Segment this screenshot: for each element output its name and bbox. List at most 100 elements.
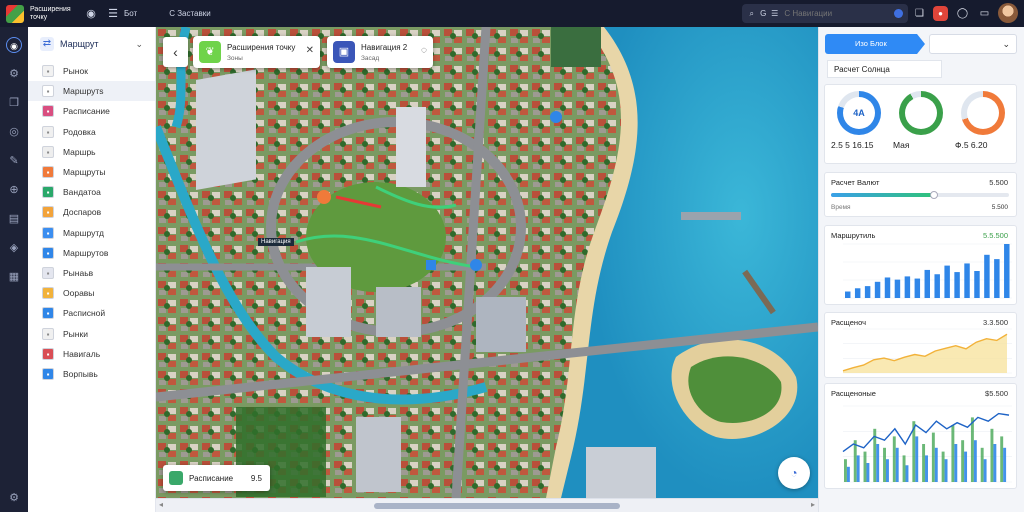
rail-icon-7[interactable]: ◈ xyxy=(6,240,22,256)
bar xyxy=(914,278,921,298)
bar xyxy=(856,455,860,482)
bar xyxy=(894,279,901,298)
chat-icon[interactable]: ◯ xyxy=(955,6,970,21)
compass-icon[interactable]: ◔ xyxy=(778,457,810,489)
bar xyxy=(864,286,871,298)
progress-panel: Расчет Валют 5.500 Время 5.500 xyxy=(824,172,1017,217)
top-bar: Расширения точку ◉ ☰ Бот С Заставки ⌕ G … xyxy=(0,0,1024,27)
scroll-left-icon[interactable]: ◂ xyxy=(159,500,163,509)
bar xyxy=(922,444,926,482)
notification-icon[interactable]: ● xyxy=(933,6,948,21)
donut-value: 2.5 5 16.15 xyxy=(831,140,874,150)
sidebar-item[interactable]: ▪ Рынок xyxy=(28,61,155,81)
nav-link-bot[interactable]: Бот xyxy=(124,9,137,18)
bar xyxy=(866,463,870,482)
schedule-card[interactable]: Расписание 9.5 xyxy=(163,465,270,491)
google-icon: G xyxy=(760,9,767,18)
sidebar-item-label: Рынаьв xyxy=(63,267,94,278)
bar xyxy=(1004,244,1010,298)
nav-link-screens[interactable]: С Заставки xyxy=(169,9,211,18)
sidebar-item[interactable]: ▪ Расписной xyxy=(28,303,155,323)
chevron-down-icon[interactable]: ⌄ xyxy=(135,39,143,50)
sidebar-item-icon: ▪ xyxy=(42,145,54,158)
sidebar-item[interactable]: ▪ Доспаров xyxy=(28,202,155,222)
navigation-card[interactable]: ▣ Навигация 2 Засад ◌ xyxy=(327,36,433,68)
close-icon[interactable]: ✕ xyxy=(306,45,314,56)
sidebar-item[interactable]: ▪ Навигаль xyxy=(28,344,155,364)
sidebar-item-icon: ▪ xyxy=(42,347,54,360)
rail-icon-8[interactable]: ▦ xyxy=(6,269,22,285)
sidebar-item-label: Родовка xyxy=(63,126,96,137)
donut-center xyxy=(905,97,937,129)
rail-icon-6[interactable]: ▤ xyxy=(6,211,22,227)
rail-icon-1[interactable]: ⚙ xyxy=(6,66,22,82)
map-label: Навигация xyxy=(258,238,294,246)
rail-icon-2[interactable]: ❒ xyxy=(6,95,22,111)
bar xyxy=(941,451,945,482)
sidebar-item[interactable]: ▪ Ворпывь xyxy=(28,364,155,384)
bar xyxy=(983,459,987,482)
tab-info[interactable]: Изо Блок xyxy=(825,34,925,54)
donut-center: 4А xyxy=(843,97,875,129)
scrollbar-thumb[interactable] xyxy=(374,503,620,509)
bar xyxy=(853,440,857,482)
sidebar-item[interactable]: ▪ Рынаьв xyxy=(28,263,155,283)
sidebar-item-icon: ▪ xyxy=(42,166,54,179)
back-button[interactable]: ‹ xyxy=(163,37,188,67)
bar xyxy=(944,265,950,298)
sidebar-item[interactable]: ▪ Ооравы xyxy=(28,283,155,303)
sidebar-item-label: Маршрутд xyxy=(63,227,104,238)
route-card-subtitle: Зоны xyxy=(227,54,243,62)
sidebar-item[interactable]: ▪ Маршрутов xyxy=(28,243,155,263)
rail-icon-0[interactable]: ◉ xyxy=(6,37,22,53)
settings-icon[interactable]: ⚙ xyxy=(6,490,22,506)
route-card-title: Расширения точку xyxy=(227,42,296,52)
bookmark-icon[interactable]: ❏ xyxy=(912,6,927,21)
progress-knob[interactable] xyxy=(930,191,939,199)
search-bar[interactable]: ⌕ G ☰ xyxy=(742,4,908,23)
menu-icon[interactable]: ☰ xyxy=(106,7,120,21)
donut-panel: 4А 2.5 5 16.15 Мая Ф.5 6.20 xyxy=(824,84,1017,164)
rail-icon-3[interactable]: ◎ xyxy=(6,124,22,140)
sidebar-item-icon: ▪ xyxy=(42,307,54,320)
voice-icon[interactable] xyxy=(894,9,903,18)
map-view[interactable]: ‹ ❦ Расширения точку Зоны ✕ ▣ Навигация … xyxy=(156,27,818,498)
sidebar-header[interactable]: ⇄ Марщрут ⌄ xyxy=(28,27,155,61)
sidebar-item-icon: ▪ xyxy=(42,206,54,219)
sidebar-item-label: Ооравы xyxy=(63,288,95,299)
sidebar-item[interactable]: ▪ Маршрь xyxy=(28,142,155,162)
progress-title: Расчет Валют xyxy=(831,178,880,187)
sidebar-item[interactable]: ▪ Рынки xyxy=(28,323,155,343)
bar xyxy=(951,425,955,482)
route-card[interactable]: ❦ Расширения точку Зоны ✕ xyxy=(193,36,320,68)
sidebar-item-label: Марщруты xyxy=(63,167,106,178)
route-icon: ⇄ xyxy=(40,37,54,51)
sidebar-item-label: Маршрутов xyxy=(63,247,109,258)
list-icon: ☰ xyxy=(771,9,779,18)
sidebar-item-label: Ворпывь xyxy=(63,368,98,379)
sidebar-item-icon: ▪ xyxy=(42,226,54,239)
sidebar-item-icon: ▪ xyxy=(42,327,54,340)
app-logo-icon xyxy=(6,4,24,23)
panel-select[interactable]: ⌄ xyxy=(929,34,1017,54)
sidebar-item[interactable]: ▪ Марщруты xyxy=(28,162,155,182)
progress-value: 5.500 xyxy=(989,178,1008,187)
rail-icon-5[interactable]: ⊕ xyxy=(6,182,22,198)
sidebar-item[interactable]: ▪ Маршрутs xyxy=(28,81,155,102)
brand-name: Расширения точку xyxy=(30,5,71,21)
horizontal-scrollbar[interactable]: ◂ ▸ xyxy=(156,498,818,512)
avatar[interactable] xyxy=(998,3,1018,23)
scroll-right-icon[interactable]: ▸ xyxy=(811,500,815,509)
sidebar-item[interactable]: ▪ Расписание xyxy=(28,101,155,121)
schedule-icon xyxy=(169,471,183,485)
location-icon[interactable]: ◉ xyxy=(84,7,98,21)
sidebar-item[interactable]: ▪ Родовка xyxy=(28,122,155,142)
sidebar: ⇄ Марщрут ⌄ ▪ Рынок ▪ Маршрутs ▪ Расписание ▪ Р… xyxy=(28,27,156,512)
rail-icon-4[interactable]: ✎ xyxy=(6,153,22,169)
settings-icon[interactable]: ▭ xyxy=(977,6,992,21)
sidebar-item[interactable]: ▪ Маршрутд xyxy=(28,223,155,243)
pin-icon[interactable]: ◌ xyxy=(421,45,427,56)
sidebar-item[interactable]: ▪ Вандатоа xyxy=(28,182,155,202)
search-input[interactable] xyxy=(784,9,895,18)
sidebar-item-label: Расписание xyxy=(63,106,110,117)
